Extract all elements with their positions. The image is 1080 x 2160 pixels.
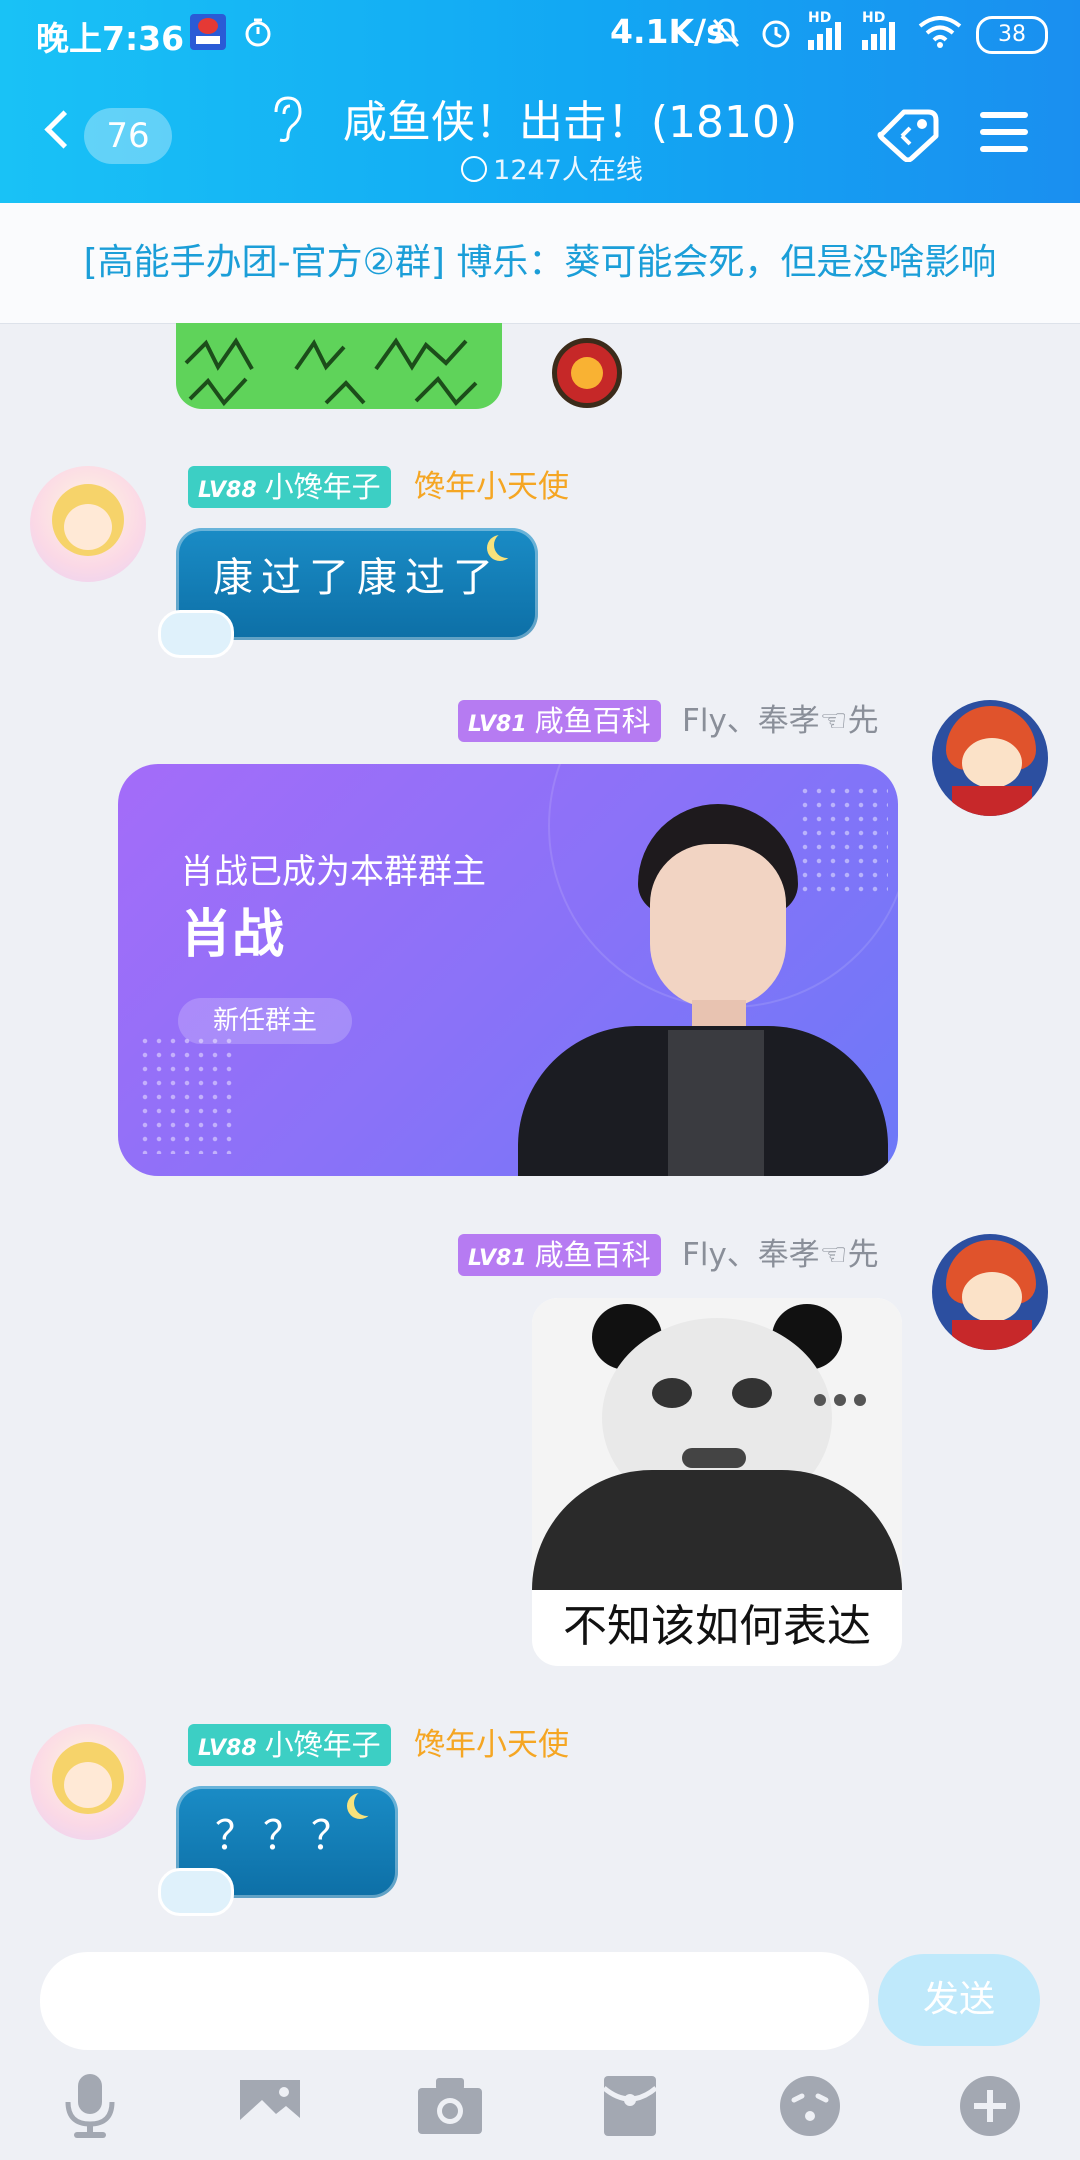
group-tag-icon[interactable] bbox=[876, 106, 942, 162]
image-icon[interactable] bbox=[230, 2070, 310, 2140]
sender-name: 咸鱼百科 bbox=[534, 1238, 651, 1272]
member-title: Fly、奉孝☜先 bbox=[682, 1237, 879, 1273]
signal-icon-2 bbox=[862, 22, 895, 50]
wifi-icon bbox=[918, 16, 962, 48]
level-label: LV88 bbox=[198, 478, 257, 503]
send-button[interactable]: 发送 bbox=[878, 1954, 1040, 2046]
panda-sticker[interactable]: 不知该如何表达 bbox=[532, 1298, 902, 1666]
sender-name: 小馋年子 bbox=[264, 470, 381, 504]
member-level-badge: LV81 咸鱼百科 bbox=[458, 1234, 661, 1276]
card-owner-name: 肖战 bbox=[180, 905, 285, 965]
group-announcement[interactable]: [高能手办团-官方②群] 博乐：葵可能会死，但是没啥影响 bbox=[0, 203, 1080, 324]
avatar-xianyubaike[interactable] bbox=[932, 700, 1048, 816]
level-label: LV88 bbox=[198, 1736, 257, 1761]
camera-icon[interactable] bbox=[410, 2070, 490, 2140]
card-tag: 新任群主 bbox=[178, 998, 352, 1044]
plus-icon[interactable] bbox=[950, 2070, 1030, 2140]
alarm-icon bbox=[762, 20, 790, 48]
moon-decoration-icon bbox=[354, 1790, 380, 1816]
menu-button[interactable] bbox=[980, 108, 1028, 156]
status-time: 晚上7:36 bbox=[36, 19, 185, 58]
level-label: LV81 bbox=[468, 1246, 527, 1271]
previous-sticker-image[interactable] bbox=[176, 323, 502, 409]
card-headline: 肖战已成为本群群主 bbox=[180, 852, 486, 892]
card-dot-pattern bbox=[138, 1034, 238, 1154]
sender-name: 小馋年子 bbox=[264, 1728, 381, 1762]
moon-decoration-icon bbox=[494, 532, 520, 558]
reaction-badge-icon bbox=[552, 338, 622, 408]
emoji-icon[interactable] bbox=[770, 2070, 850, 2140]
mute-bell-icon bbox=[712, 18, 740, 48]
member-level-badge: LV88 小馋年子 bbox=[188, 466, 391, 508]
app-notification-icon bbox=[190, 14, 226, 50]
sticker-caption: 不知该如何表达 bbox=[563, 1601, 871, 1652]
timer-icon bbox=[245, 18, 271, 47]
sleeping-cat-decoration bbox=[158, 1868, 234, 1916]
group-owner-card[interactable]: 肖战已成为本群群主 肖战 新任群主 bbox=[118, 764, 898, 1176]
avatar-xiaochan[interactable] bbox=[30, 466, 146, 582]
online-count-text: 1247人在线 bbox=[493, 155, 643, 186]
signal-icon-1 bbox=[808, 22, 841, 50]
member-title: Fly、奉孝☜先 bbox=[682, 703, 879, 739]
online-status-icon bbox=[461, 156, 488, 182]
red-packet-icon[interactable] bbox=[590, 2070, 670, 2140]
avatar-xianyubaike[interactable] bbox=[932, 1234, 1048, 1350]
microphone-icon[interactable] bbox=[50, 2070, 130, 2140]
member-level-badge: LV88 小馋年子 bbox=[188, 1724, 391, 1766]
panda-sticker-image bbox=[532, 1298, 902, 1590]
avatar-xiaochan[interactable] bbox=[30, 1724, 146, 1840]
chat-header: 晚上7:36 4.1K/s HD HD 38 76 咸鱼侠！出击！(1810) … bbox=[0, 0, 1080, 203]
member-title: 馋年小天使 bbox=[414, 469, 569, 505]
message-input[interactable] bbox=[40, 1952, 869, 2050]
level-label: LV81 bbox=[468, 712, 527, 737]
member-level-badge: LV81 咸鱼百科 bbox=[458, 700, 661, 742]
owner-portrait-image bbox=[518, 804, 888, 1176]
member-title: 馋年小天使 bbox=[414, 1727, 569, 1763]
sleeping-cat-decoration bbox=[158, 610, 234, 658]
sender-name: 咸鱼百科 bbox=[534, 704, 651, 738]
battery-indicator: 38 bbox=[976, 16, 1048, 54]
